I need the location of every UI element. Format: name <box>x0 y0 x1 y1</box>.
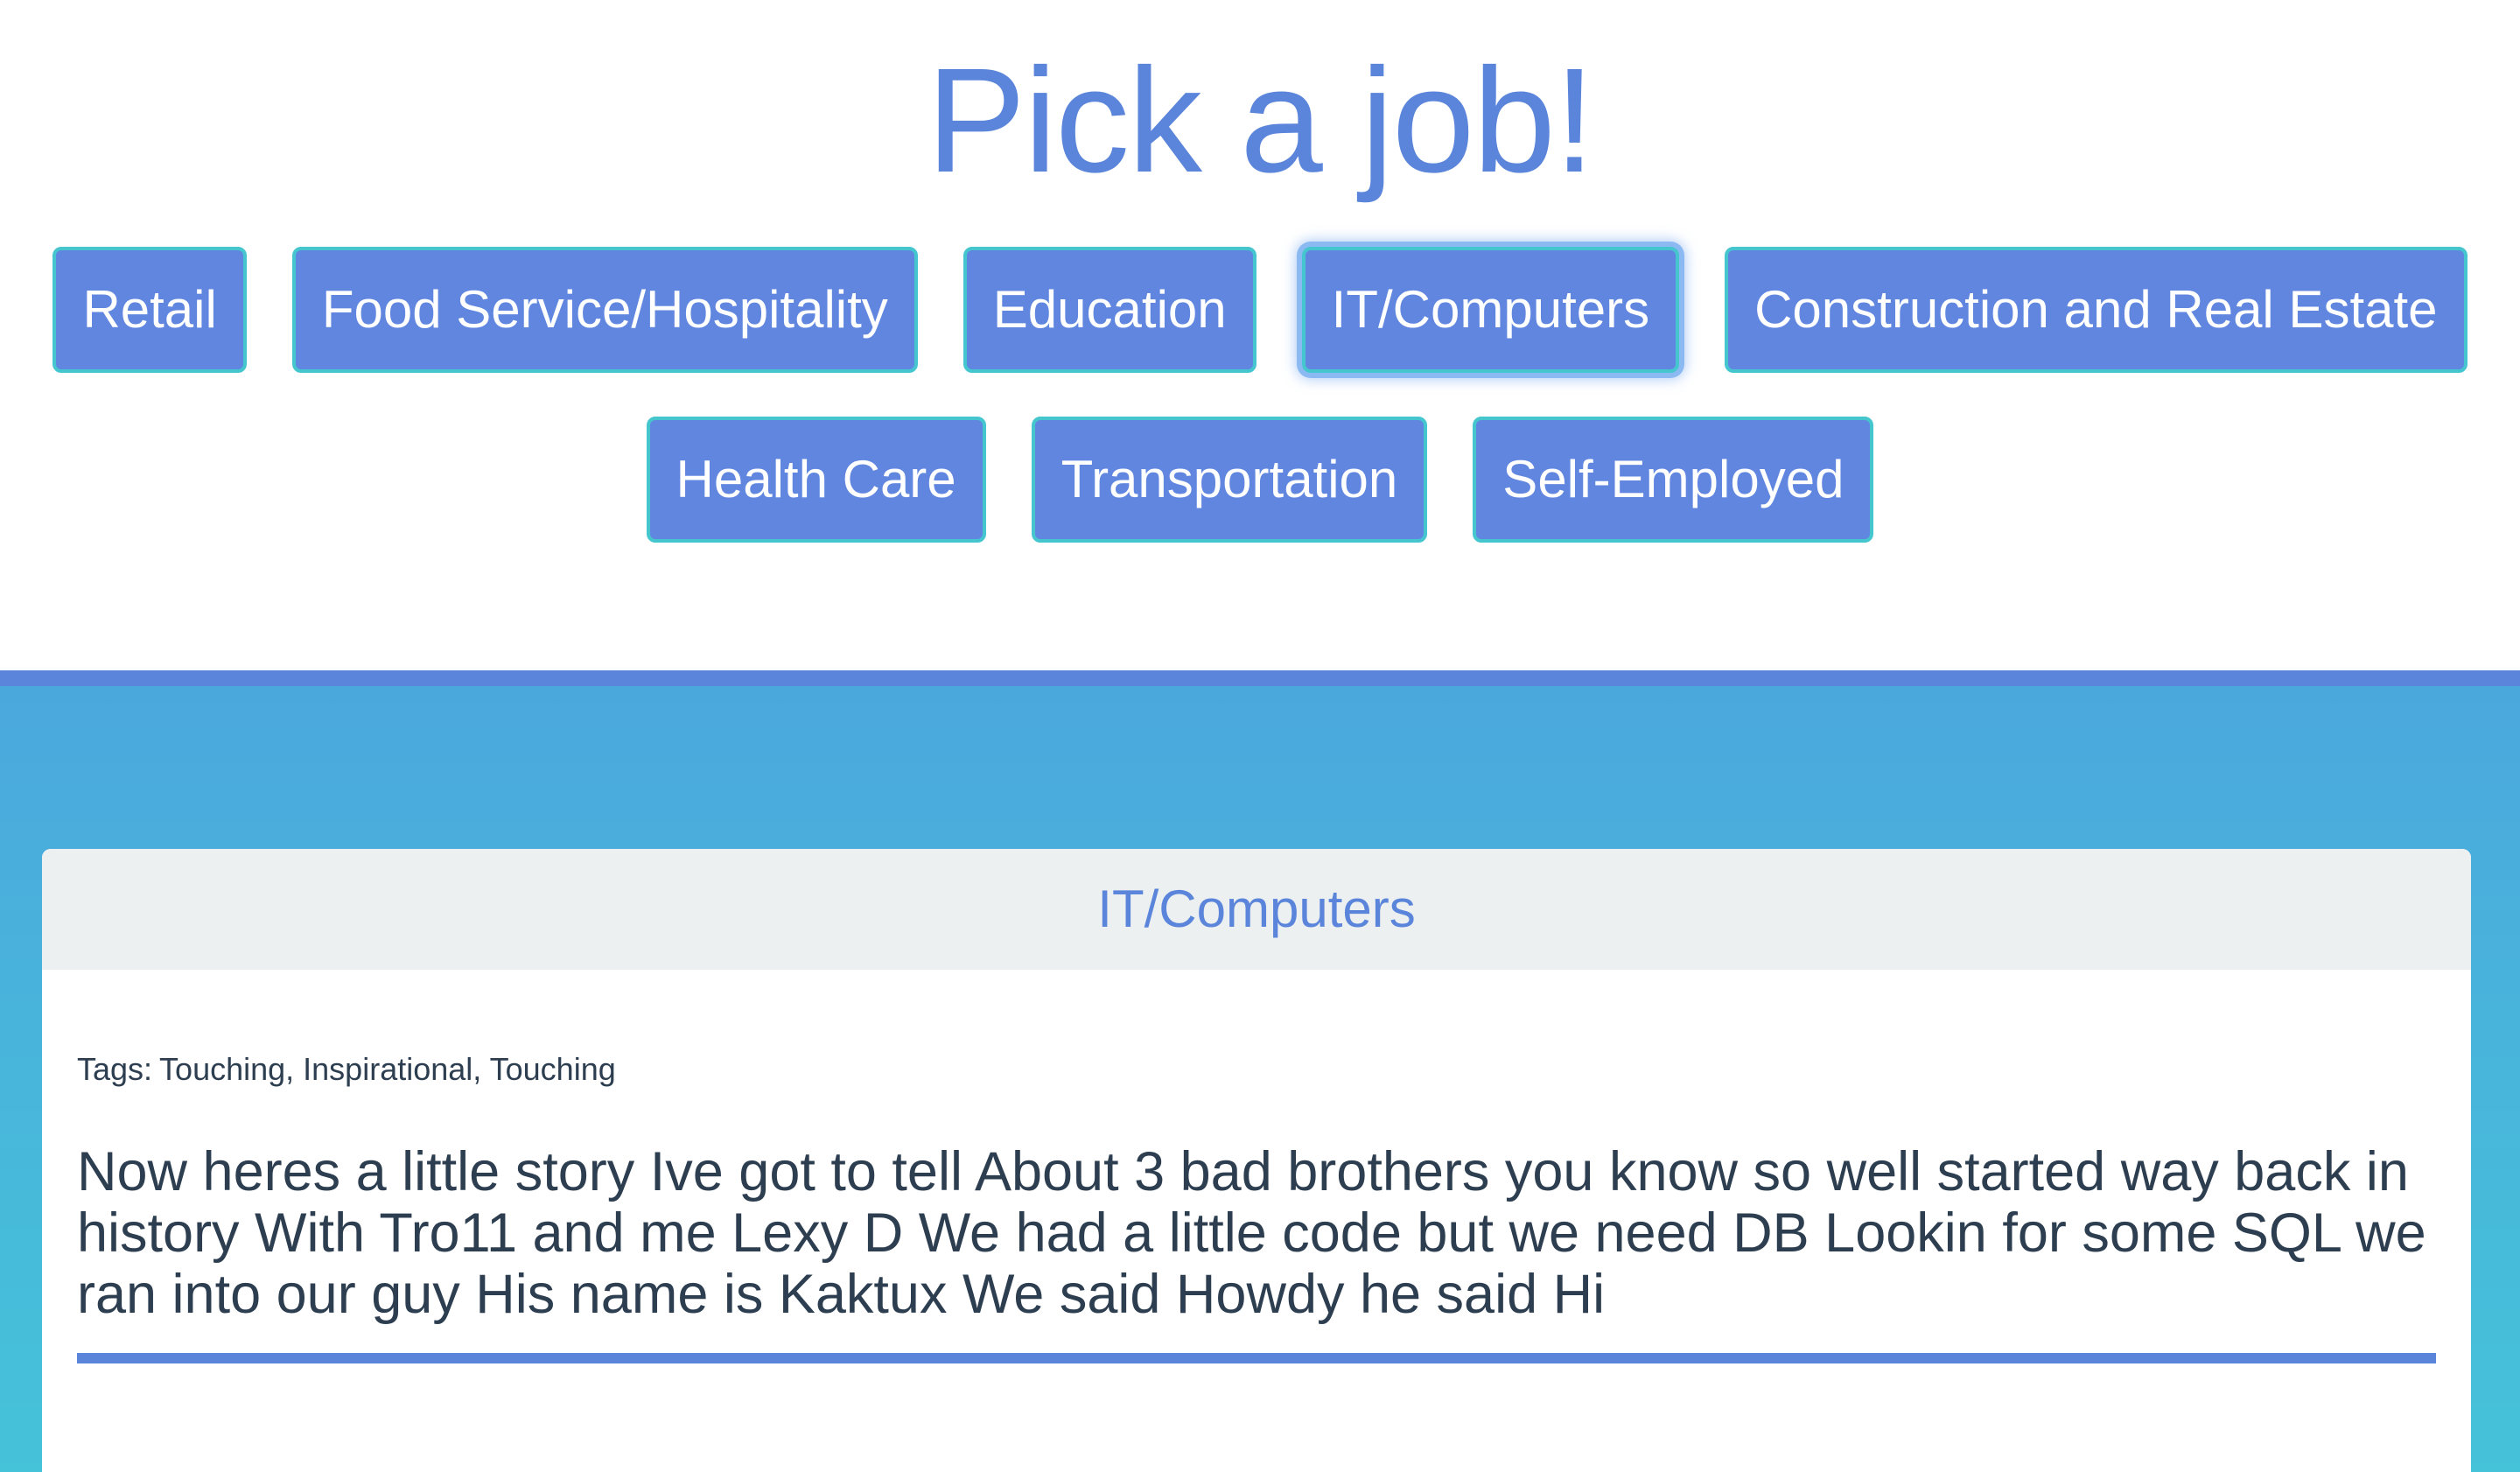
job-button-education[interactable]: Education <box>962 247 1256 373</box>
story-card: IT/Computers Tags: Touching, Inspirationa… <box>42 849 2471 1472</box>
page: Pick a job! Retail Food Service/Hospital… <box>0 0 2520 1472</box>
job-button-self-employed[interactable]: Self-Employed <box>1473 417 1874 543</box>
story-card-body: Tags: Touching, Inspirational, Touching N… <box>42 970 2471 1363</box>
story-tags: Tags: Touching, Inspirational, Touching <box>77 1050 2436 1089</box>
story-category-title: IT/Computers <box>1097 880 1416 938</box>
job-button-it-computers[interactable]: IT/Computers <box>1301 247 1680 373</box>
job-buttons-row-2: Health Care Transportation Self-Employed <box>0 417 2520 543</box>
job-button-retail[interactable]: Retail <box>52 247 247 373</box>
story-card-header: IT/Computers <box>42 849 2471 970</box>
tags-label: Tags: <box>77 1051 153 1087</box>
job-button-health-care[interactable]: Health Care <box>646 417 986 543</box>
job-button-construction-real-estate[interactable]: Construction and Real Estate <box>1725 247 2468 373</box>
job-buttons-row-1: Retail Food Service/Hospitality Educatio… <box>0 247 2520 373</box>
page-title: Pick a job! <box>926 38 1595 204</box>
story-section: IT/Computers Tags: Touching, Inspirationa… <box>0 670 2520 1472</box>
tags-list: Touching, Inspirational, Touching <box>159 1051 616 1087</box>
story-text: Now heres a little story Ive got to tell… <box>77 1141 2436 1363</box>
job-button-food-service-hospitality[interactable]: Food Service/Hospitality <box>291 247 918 373</box>
job-picker-section: Pick a job! Retail Food Service/Hospital… <box>0 0 2520 670</box>
job-button-transportation[interactable]: Transportation <box>1031 417 1428 543</box>
